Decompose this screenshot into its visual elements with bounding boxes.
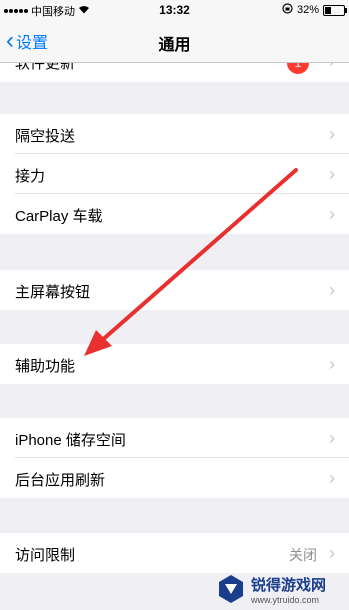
chevron-right-icon: ›: [329, 280, 335, 300]
settings-row-restrictions[interactable]: 访问限制 关闭 ›: [0, 533, 349, 573]
watermark: 锐得游戏网 www.ytruido.com: [215, 570, 345, 608]
navigation-bar: ‹ 设置 通用: [0, 20, 349, 63]
chevron-right-icon: ›: [329, 204, 335, 224]
watermark-url: www.ytruido.com: [251, 594, 320, 605]
restrictions-value: 关闭: [289, 547, 317, 563]
battery-icon: [323, 4, 347, 16]
status-bar: 中国移动 13:32 32%: [0, 0, 349, 20]
settings-row-iphone-storage[interactable]: iPhone 储存空间 ›: [0, 418, 349, 458]
carplay-label: CarPlay 车载: [15, 208, 103, 225]
airdrop-label: 隔空投送: [15, 128, 76, 145]
chevron-right-icon: ›: [329, 428, 335, 448]
settings-row-airdrop[interactable]: 隔空投送 ›: [0, 114, 349, 154]
chevron-right-icon: ›: [329, 354, 335, 374]
settings-row-handoff[interactable]: 接力 ›: [0, 154, 349, 194]
chevron-right-icon: ›: [329, 468, 335, 488]
watermark-text: 锐得游戏网 www.ytruido.com: [251, 574, 326, 605]
accessibility-label: 辅助功能: [15, 358, 76, 375]
chevron-right-icon: ›: [329, 543, 335, 563]
orientation-lock-icon: [282, 3, 293, 17]
watermark-name: 锐得游戏网: [251, 576, 327, 594]
page-title: 通用: [158, 37, 191, 54]
iphone-storage-label: iPhone 储存空间: [15, 432, 126, 449]
restrictions-label: 访问限制: [15, 547, 76, 564]
battery-percent: 32%: [296, 4, 319, 16]
watermark-logo-icon: [219, 575, 243, 603]
settings-row-background-refresh[interactable]: 后台应用刷新 ›: [0, 458, 349, 498]
settings-row-carplay[interactable]: CarPlay 车载 ›: [0, 194, 349, 234]
handoff-label: 接力: [15, 168, 46, 185]
settings-row-home-button[interactable]: 主屏幕按钮 ›: [0, 270, 349, 310]
chevron-right-icon: ›: [329, 164, 335, 184]
settings-row-accessibility[interactable]: 辅助功能 ›: [0, 344, 349, 384]
chevron-right-icon: ›: [329, 124, 335, 144]
background-refresh-label: 后台应用刷新: [15, 472, 106, 489]
status-right: 32%: [282, 3, 347, 17]
home-button-label: 主屏幕按钮: [15, 284, 91, 301]
